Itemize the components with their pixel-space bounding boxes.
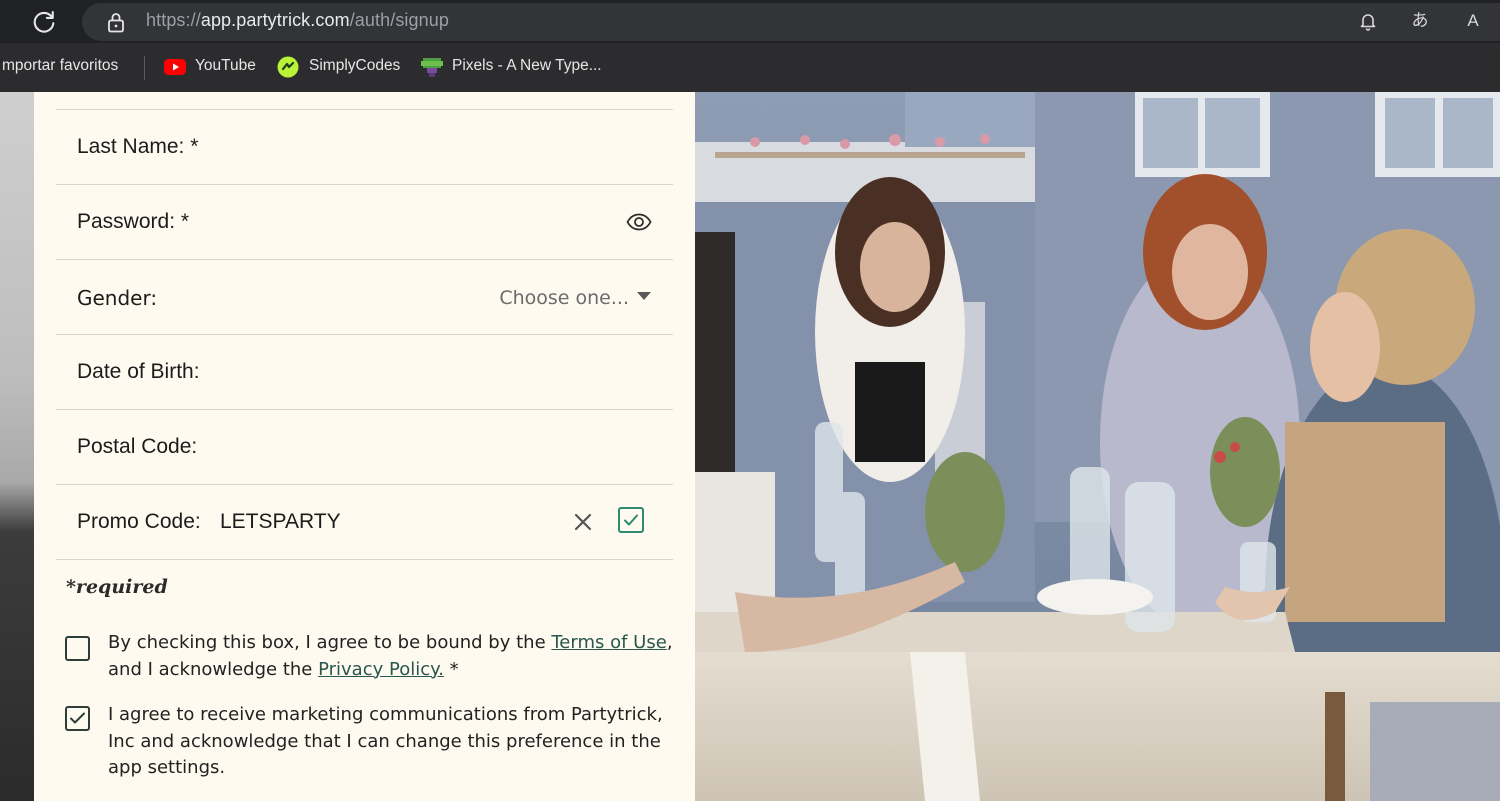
- terms-checkbox[interactable]: [65, 636, 90, 661]
- signup-form-panel: Last Name: * Password: * Gender: Choose …: [34, 92, 695, 801]
- close-icon[interactable]: [571, 510, 595, 534]
- simplycodes-icon: [277, 56, 299, 78]
- gender-label: Gender:: [77, 286, 158, 310]
- promo-code-label: Promo Code:: [77, 510, 201, 533]
- date-of-birth-label: Date of Birth:: [77, 360, 200, 383]
- promo-apply-checkbox[interactable]: [618, 507, 644, 533]
- password-row[interactable]: Password: *: [56, 184, 673, 259]
- show-password-icon[interactable]: [626, 210, 652, 234]
- bookmark-separator: [144, 56, 145, 80]
- url-prefix: https://: [146, 10, 201, 30]
- pixels-icon: [421, 58, 443, 77]
- checkmark-icon: [70, 712, 85, 724]
- lock-icon[interactable]: [104, 10, 128, 34]
- url-host: app.partytrick.com: [200, 10, 350, 30]
- promo-code-input[interactable]: LETSPARTY: [220, 510, 341, 534]
- postal-code-label: Postal Code:: [77, 435, 198, 458]
- youtube-icon: [164, 59, 186, 75]
- url-path: /auth/signup: [349, 10, 449, 30]
- bookmark-pixels[interactable]: Pixels - A New Type...: [452, 57, 602, 75]
- gender-row[interactable]: Gender: Choose one...: [56, 259, 673, 334]
- reload-icon[interactable]: [30, 8, 58, 36]
- chevron-down-icon: [637, 292, 651, 300]
- postal-code-row[interactable]: Postal Code:: [56, 409, 673, 484]
- read-aloud-icon[interactable]: A: [1461, 9, 1485, 33]
- last-name-row[interactable]: Last Name: *: [56, 109, 673, 184]
- last-name-label: Last Name: *: [77, 135, 199, 158]
- terms-text: By checking this box, I agree to be boun…: [108, 630, 678, 683]
- gender-select[interactable]: Choose one...: [499, 287, 651, 309]
- marketing-checkbox[interactable]: [65, 706, 90, 731]
- marketing-text: I agree to receive marketing communicati…: [108, 704, 663, 778]
- translate-icon[interactable]: あ: [1408, 9, 1432, 33]
- date-of-birth-row[interactable]: Date of Birth:: [56, 334, 673, 409]
- privacy-policy-link[interactable]: Privacy Policy.: [318, 659, 444, 680]
- party-photo: [695, 92, 1500, 801]
- bookmark-simplycodes[interactable]: SimplyCodes: [309, 57, 400, 75]
- browser-address-bar: https://app.partytrick.com/auth/signup あ…: [0, 0, 1500, 43]
- bookmarks-bar: mportar favoritos YouTube SimplyCodes Pi…: [0, 43, 1500, 92]
- promo-code-row[interactable]: Promo Code: LETSPARTY: [56, 484, 673, 560]
- bookmark-youtube[interactable]: YouTube: [195, 57, 256, 75]
- terms-of-use-link[interactable]: Terms of Use: [551, 632, 666, 653]
- bell-icon[interactable]: [1356, 9, 1380, 33]
- required-note: *required: [66, 576, 168, 598]
- url-text[interactable]: https://app.partytrick.com/auth/signup: [146, 10, 449, 31]
- terms-prefix: By checking this box, I agree to be boun…: [108, 632, 552, 653]
- gender-placeholder: Choose one...: [499, 287, 629, 309]
- page-background-strip: [0, 92, 34, 801]
- terms-suffix: *: [443, 658, 459, 680]
- bookmark-import-favorites[interactable]: mportar favoritos: [2, 57, 118, 75]
- party-photo-illustration: [695, 92, 1500, 801]
- password-label: Password: *: [77, 210, 190, 233]
- checkmark-icon: [624, 514, 638, 526]
